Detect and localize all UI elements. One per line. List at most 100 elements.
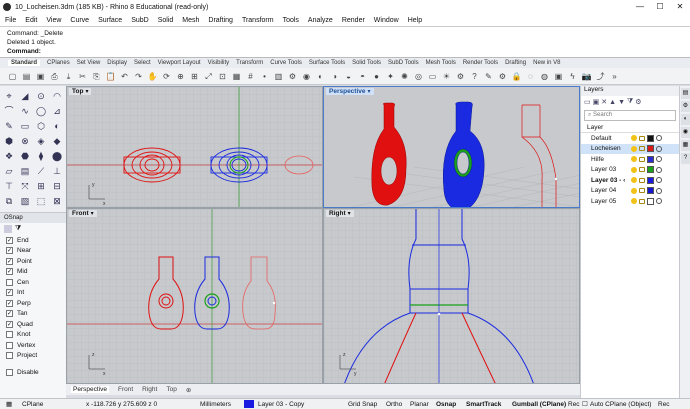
render-icon[interactable]: ◐ bbox=[314, 70, 327, 83]
status-gumball[interactable]: Gumball (CPlane) bbox=[512, 401, 568, 408]
paste-icon[interactable]: 📋 bbox=[104, 70, 117, 83]
left-tool-icon[interactable]: ⊿ bbox=[50, 105, 64, 118]
menu-item-window[interactable]: Window bbox=[374, 17, 399, 24]
osnap-item-mid[interactable]: ✓ Mid bbox=[0, 267, 66, 278]
layer-material-icon[interactable] bbox=[656, 135, 662, 142]
osnap-item-quad[interactable]: ✓ Quad bbox=[0, 319, 66, 330]
layer-material-icon[interactable] bbox=[656, 187, 662, 194]
materials-panel-tab[interactable]: ◉ bbox=[681, 127, 690, 138]
left-tool-icon[interactable]: ⬡ bbox=[34, 120, 48, 133]
viewport-tab-front[interactable]: Front bbox=[118, 386, 133, 393]
color-wheel-icon[interactable]: ✺ bbox=[398, 70, 411, 83]
layer-color-swatch[interactable] bbox=[647, 197, 654, 205]
properties-icon[interactable]: ⚙ bbox=[286, 70, 299, 83]
left-tool-icon[interactable]: ◠ bbox=[50, 90, 64, 103]
osnap-options-icon[interactable] bbox=[4, 225, 12, 233]
print-icon[interactable]: ⎙ bbox=[48, 70, 61, 83]
left-tool-icon[interactable]: ❖ bbox=[2, 150, 16, 163]
layer-row[interactable]: Locheisen bbox=[581, 143, 679, 154]
menu-item-view[interactable]: View bbox=[46, 17, 61, 24]
left-tool-icon[interactable]: ▱ bbox=[2, 165, 16, 178]
left-tool-icon[interactable]: ◆ bbox=[50, 135, 64, 148]
left-tool-icon[interactable]: ⌖ bbox=[2, 90, 16, 103]
zoom-window-icon[interactable]: ⊞ bbox=[188, 70, 201, 83]
toolbar-tab-display[interactable]: Display bbox=[107, 60, 127, 66]
minimize-button[interactable]: — bbox=[630, 0, 650, 14]
status-grid-snap[interactable]: Grid Snap bbox=[348, 401, 386, 408]
menu-item-file[interactable]: File bbox=[5, 17, 16, 24]
toolbar-tab-surface-tools[interactable]: Surface Tools bbox=[309, 60, 345, 66]
add-viewport-tab-icon[interactable]: ⊕ bbox=[186, 386, 191, 394]
osnap-item-project[interactable]: Project bbox=[0, 351, 66, 362]
properties-panel-tab[interactable]: ⚙ bbox=[681, 101, 690, 112]
osnap-item-int[interactable]: ✓ Int bbox=[0, 288, 66, 299]
layers-panel-tab[interactable]: ▤ bbox=[681, 88, 690, 99]
undo-icon[interactable]: ↶ bbox=[118, 70, 131, 83]
osnap-checkbox[interactable]: ✓ bbox=[6, 236, 13, 244]
menu-item-help[interactable]: Help bbox=[408, 17, 422, 24]
layer-material-icon[interactable] bbox=[656, 166, 662, 173]
import-icon[interactable]: ⤓ bbox=[62, 70, 75, 83]
osnap-checkbox[interactable]: ✓ bbox=[6, 299, 13, 307]
left-tool-icon[interactable]: ⊙ bbox=[34, 90, 48, 103]
toolbar-tab-cplanes[interactable]: CPlanes bbox=[47, 60, 70, 66]
viewport-right[interactable]: Right ▾ zy bbox=[323, 208, 580, 384]
toolbar-tab-subd-tools[interactable]: SubD Tools bbox=[388, 60, 419, 66]
help-panel-tab[interactable]: ? bbox=[681, 153, 690, 164]
menu-item-surface[interactable]: Surface bbox=[98, 17, 122, 24]
export-icon[interactable]: ⤴ bbox=[594, 70, 607, 83]
osnap-checkbox[interactable] bbox=[6, 352, 13, 360]
osnap-item-near[interactable]: ✓ Near bbox=[0, 246, 66, 257]
viewport-right-label[interactable]: Right ▾ bbox=[326, 210, 354, 217]
material-icon[interactable]: ◉ bbox=[300, 70, 313, 83]
osnap-item-tan[interactable]: ✓ Tan bbox=[0, 309, 66, 320]
new-sublayer-icon[interactable]: ▣ bbox=[593, 98, 600, 106]
menu-item-curve[interactable]: Curve bbox=[70, 17, 89, 24]
layer-lock-icon[interactable] bbox=[639, 135, 645, 141]
redo-icon[interactable]: ↷ bbox=[132, 70, 145, 83]
gear-icon[interactable]: ⚙ bbox=[496, 70, 509, 83]
snapshot-icon[interactable]: ▣ bbox=[552, 70, 565, 83]
point-icon[interactable]: • bbox=[258, 70, 271, 83]
osnap-checkbox[interactable]: ✓ bbox=[6, 289, 13, 297]
toolbar-more-icon[interactable]: » bbox=[608, 70, 621, 83]
left-tool-icon[interactable]: ◢ bbox=[18, 90, 32, 103]
open-file-icon[interactable]: ▤ bbox=[20, 70, 33, 83]
command-prompt[interactable]: Command: bbox=[7, 47, 683, 56]
osnap-checkbox[interactable]: ✓ bbox=[6, 268, 13, 276]
delete-layer-icon[interactable]: ✕ bbox=[601, 98, 607, 106]
layer-row[interactable]: Layer 03 bbox=[581, 165, 679, 176]
viewport-tab-right[interactable]: Right bbox=[142, 386, 157, 393]
layer-visible-bulb-icon[interactable] bbox=[631, 198, 637, 205]
grid-options-icon[interactable]: # bbox=[244, 70, 257, 83]
layer-lock-icon[interactable] bbox=[639, 156, 645, 162]
layer-lock-icon[interactable] bbox=[639, 146, 645, 152]
display-panel-tab[interactable]: ▦ bbox=[681, 140, 690, 151]
viewport-menu-dropdown-icon[interactable]: ▾ bbox=[91, 211, 94, 217]
layer-color-swatch[interactable] bbox=[647, 155, 654, 163]
left-tool-icon[interactable]: ◈ bbox=[34, 135, 48, 148]
pan-icon[interactable]: ✋ bbox=[146, 70, 159, 83]
save-icon[interactable]: ▣ bbox=[34, 70, 47, 83]
light-icon[interactable]: ✦ bbox=[384, 70, 397, 83]
menu-item-render[interactable]: Render bbox=[342, 17, 365, 24]
close-button[interactable]: ✕ bbox=[670, 0, 690, 14]
menu-item-analyze[interactable]: Analyze bbox=[308, 17, 333, 24]
layer-visible-bulb-icon[interactable] bbox=[631, 187, 637, 194]
viewport-menu-dropdown-icon[interactable]: ▾ bbox=[85, 89, 88, 95]
toolbar-tab-select[interactable]: Select bbox=[134, 60, 151, 66]
sphere-icon[interactable]: ● bbox=[370, 70, 383, 83]
status-record-history[interactable]: Rec bbox=[568, 401, 582, 408]
cut-icon[interactable]: ✂ bbox=[76, 70, 89, 83]
layer-color-swatch[interactable] bbox=[647, 176, 654, 184]
menu-item-solid[interactable]: Solid bbox=[158, 17, 174, 24]
left-tool-icon[interactable]: ⬣ bbox=[18, 150, 32, 163]
layer-lock-icon[interactable] bbox=[639, 177, 645, 183]
layer-color-swatch[interactable] bbox=[647, 145, 654, 153]
layer-visible-bulb-icon[interactable] bbox=[631, 177, 637, 184]
layer-material-icon[interactable] bbox=[656, 177, 662, 184]
hide-icon[interactable]: ◌ bbox=[524, 70, 537, 83]
status-current-layer[interactable]: Layer 03 - Copy bbox=[258, 401, 348, 408]
layer-search-input[interactable]: ⌕ Search bbox=[584, 110, 676, 121]
left-tool-icon[interactable]: ⟋ bbox=[34, 165, 48, 178]
